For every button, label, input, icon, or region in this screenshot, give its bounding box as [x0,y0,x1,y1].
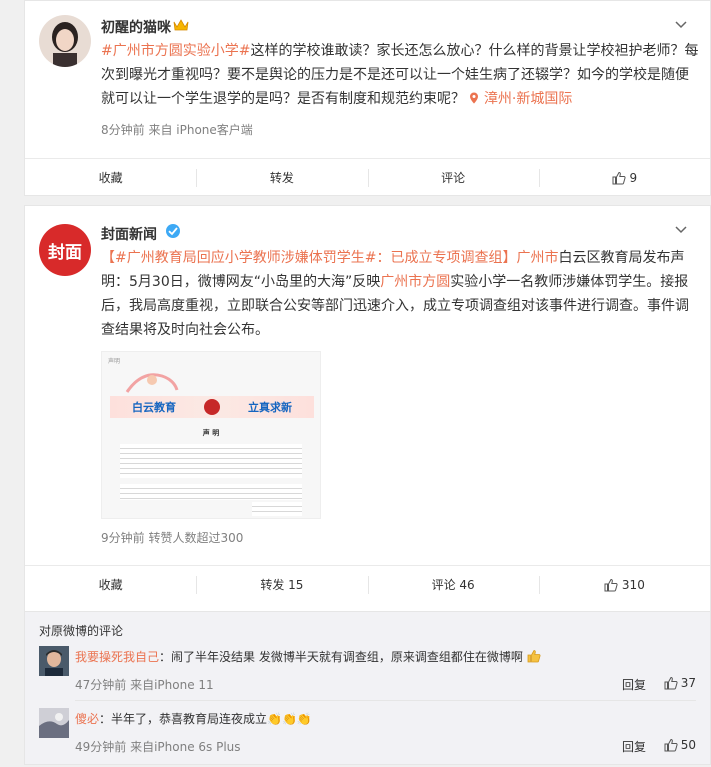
comment-meta: 49分钟前 来自iPhone 6s Plus [75,740,241,754]
comment-body: ：闹了半年没结果 发微博半天就有调查组，原来调查组都住在微博啊 [159,650,523,664]
emblem-icon [204,399,220,415]
commenter-avatar[interactable] [39,646,69,676]
topic-link[interactable]: 【#广州教育局回应小学教师涉嫌体罚学生#：已成立专项调查组】 [101,250,516,266]
repost-label: 转发 15 [260,578,304,592]
comment-text: 傻必：半年了，恭喜教育局连夜成立👏👏👏 [75,710,312,727]
like-count: 9 [629,170,638,185]
doc-paragraph-2 [120,484,302,500]
favorite-button[interactable]: 收藏 [25,566,196,603]
doc-banner: 白云教育 立真求新 [110,396,314,418]
avatar-logo-text: 封面 [48,242,82,263]
comment-divider [75,700,696,701]
post-actions: 收藏 转发 15 评论 46 310 [25,565,710,603]
comment-body: ：半年了，恭喜教育局连夜成立👏👏👏 [99,712,312,726]
school-link[interactable]: 广州市方圆 [380,274,450,290]
comment-label: 评论 46 [431,578,475,592]
comment-like-count: 50 [680,738,696,752]
location-icon [470,92,479,104]
verified-badge-icon[interactable] [165,223,181,239]
reply-button[interactable]: 回复 [622,676,646,693]
repost-button[interactable]: 转发 [196,159,367,196]
comment-section-title: 对原微博的评论 [39,624,124,638]
comment-meta: 47分钟前 来自iPhone 11 [75,678,214,692]
comment-like-button[interactable]: 37 [664,676,696,690]
statement-image[interactable]: 声明 白云教育 立真求新 声 明 [101,351,321,519]
comment-item: 我要操死我自己：闹了半年没结果 发微博半天就有调查组，原来调查组都住在微博啊 4… [39,646,696,706]
favorite-label: 收藏 [98,171,123,185]
doc-heading: 声 明 [202,429,220,437]
banner-left: 白云教育 [132,401,176,414]
illustration-icon [125,373,179,393]
weibo-post-2: 封面 封面新闻 【#广州教育局回应小学教师涉嫌体罚学生#：已成立专项调查组】广州… [24,205,711,765]
chevron-down-icon[interactable] [674,19,690,31]
thumb-up-icon [612,171,626,184]
vip-crown-icon[interactable] [173,17,189,31]
comment-like-button[interactable]: 50 [664,738,696,752]
username[interactable]: 封面新闻 [101,224,157,244]
repost-button[interactable]: 转发 15 [196,566,367,603]
doc-title: 声明 [108,358,121,365]
avatar[interactable]: 封面 [39,224,91,276]
like-button[interactable]: 310 [538,566,710,603]
thumb-up-icon [664,738,678,752]
comment-text: 我要操死我自己：闹了半年没结果 发微博半天就有调查组，原来调查组都住在微博啊 [75,648,541,665]
doc-signature [252,502,302,516]
topic-link[interactable]: #广州市方圆实验小学# [101,43,250,59]
comment-label: 评论 [441,171,466,185]
post-text: 【#广州教育局回应小学教师涉嫌体罚学生#：已成立专项调查组】广州市白云区教育局发… [101,246,701,342]
post-meta: 9分钟前 转赞人数超过300 [101,531,244,545]
post-actions: 收藏 转发 评论 9 [25,158,710,196]
comment-section: 对原微博的评论 我要操死我自己：闹了半年没结果 发微博半天就有调查组，原来调查组… [25,611,710,764]
commenter-name[interactable]: 我要操死我自己 [75,650,159,664]
location-link[interactable]: 漳州·新城国际 [469,91,572,107]
username[interactable]: 初醒的猫咪 [101,17,171,37]
comment-item: 傻必：半年了，恭喜教育局连夜成立👏👏👏 49分钟前 来自iPhone 6s Pl… [39,708,696,767]
avatar[interactable] [39,15,91,67]
comment-like-count: 37 [680,676,696,690]
thumb-up-icon [664,676,678,690]
commenter-name[interactable]: 傻必 [75,712,99,726]
thumbs-up-emoji-icon [527,650,541,663]
commenter-avatar[interactable] [39,708,69,738]
comment-button[interactable]: 评论 46 [367,566,539,603]
post-text: #广州市方圆实验小学#这样的学校谁敢读？家长还怎么放心？什么样的背景让学校袒护老… [101,39,701,111]
favorite-button[interactable]: 收藏 [25,159,196,196]
location-text: 漳州·新城国际 [483,91,573,107]
banner-right: 立真求新 [248,401,292,414]
reply-button[interactable]: 回复 [622,738,646,755]
doc-paragraph-1 [120,444,302,478]
thumb-up-icon [604,578,618,591]
like-button[interactable]: 9 [538,159,710,196]
post-meta: 8分钟前 来自 iPhone客户端 [101,123,253,137]
repost-label: 转发 [269,171,294,185]
chevron-down-icon[interactable] [674,224,690,236]
favorite-label: 收藏 [98,578,123,592]
comment-button[interactable]: 评论 [367,159,539,196]
weibo-post-1: 初醒的猫咪 #广州市方圆实验小学#这样的学校谁敢读？家长还怎么放心？什么样的背景… [24,0,711,196]
place-link[interactable]: 广州市 [516,250,558,266]
like-count: 310 [621,577,645,592]
